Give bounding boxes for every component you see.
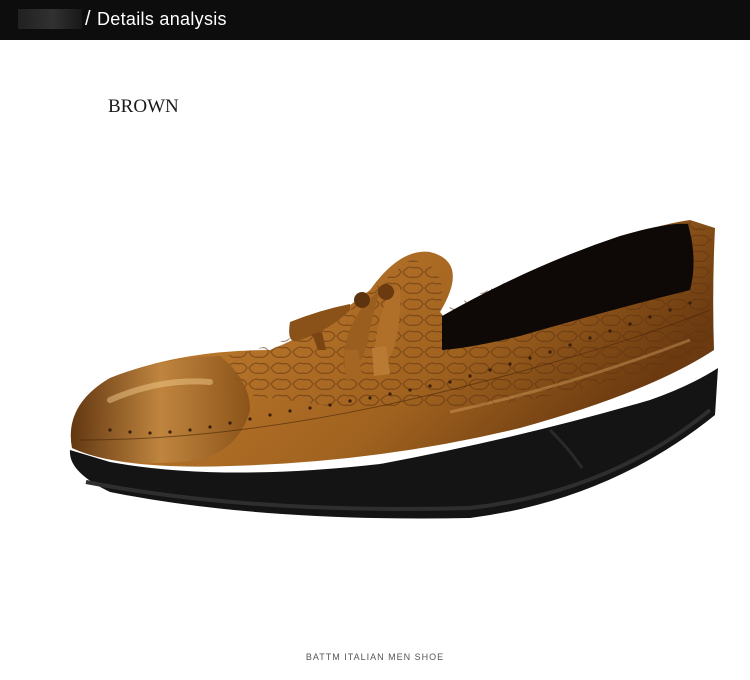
header-bar: / Details analysis [0, 0, 750, 40]
header-faded-logo [18, 9, 82, 29]
header-title: Details analysis [97, 9, 227, 29]
color-label: BROWN [108, 96, 179, 117]
header-separator: / [85, 8, 91, 30]
shoe-toe [70, 356, 250, 464]
footer-caption: BATTM ITALIAN MEN SHOE [305, 652, 445, 662]
shoe-image [69, 220, 719, 519]
